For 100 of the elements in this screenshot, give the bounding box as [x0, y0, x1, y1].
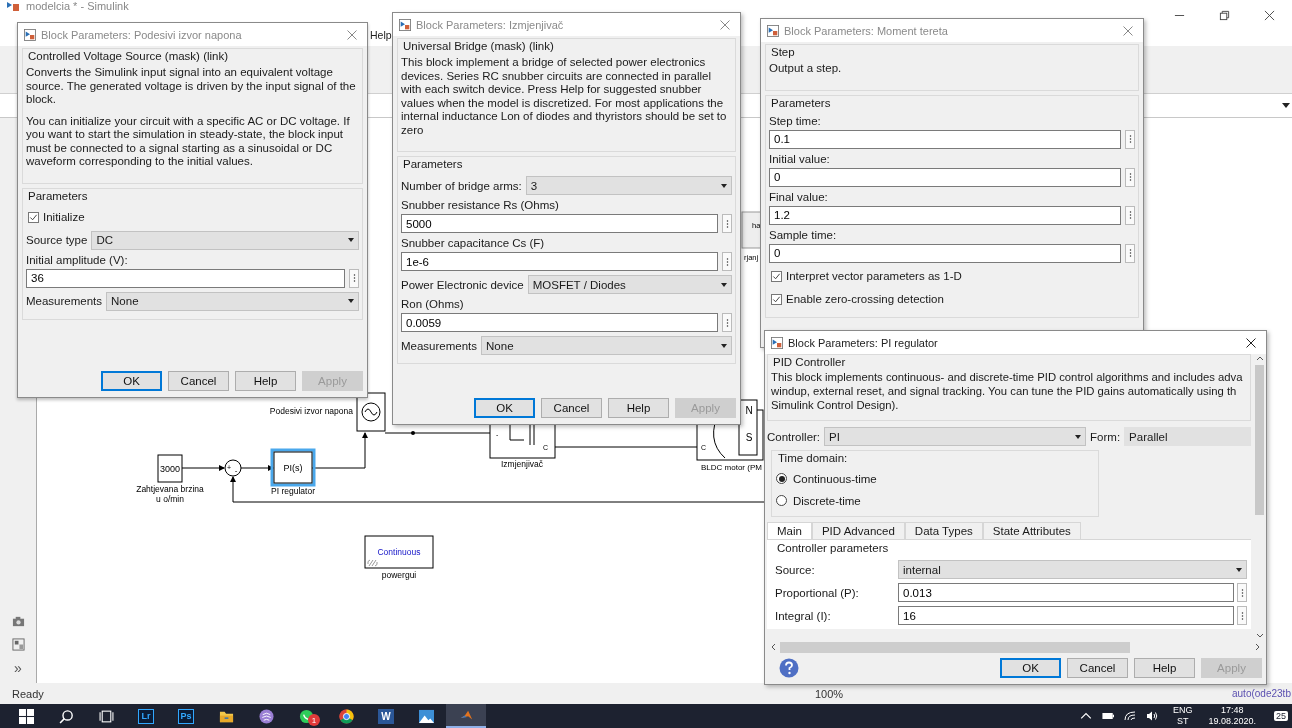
- zoom-level: 100%: [815, 687, 844, 700]
- input-field[interactable]: 0.013: [898, 583, 1234, 602]
- options-button[interactable]: [1237, 583, 1247, 602]
- input-field[interactable]: 36: [26, 268, 345, 288]
- link-icon: [367, 559, 378, 567]
- clock-time[interactable]: 17:48: [1220, 705, 1244, 716]
- voltage-source-block[interactable]: [356, 392, 386, 432]
- dropdown[interactable]: internal: [898, 560, 1247, 579]
- form-field[interactable]: Parallel: [1124, 427, 1251, 446]
- dialog-title: Block Parameters: Izmjenjivač: [416, 18, 564, 31]
- dropdown[interactable]: MOSFET / Diodes: [527, 275, 732, 294]
- options-button[interactable]: [722, 214, 732, 233]
- language-indicator[interactable]: ENG: [1172, 705, 1193, 716]
- keyboard-layout[interactable]: ST: [1176, 716, 1189, 727]
- expand-button[interactable]: »: [14, 661, 22, 675]
- camera-icon[interactable]: [11, 615, 25, 628]
- close-button[interactable]: [1246, 337, 1256, 348]
- notifications-button[interactable]: 25: [1274, 711, 1288, 721]
- vertical-scrollbar[interactable]: [1253, 354, 1266, 640]
- dialog-button[interactable]: Cancel: [541, 398, 602, 418]
- options-button[interactable]: [1125, 243, 1135, 263]
- sum-block[interactable]: [224, 459, 242, 477]
- help-icon[interactable]: [779, 658, 799, 678]
- options-button[interactable]: [722, 252, 732, 271]
- section-title: Controller parameters: [776, 541, 890, 556]
- vertical-dots-icon: [1240, 610, 1244, 621]
- input-field[interactable]: 1e-6: [401, 252, 718, 271]
- close-button[interactable]: [1264, 10, 1275, 21]
- dialog-button[interactable]: Help: [1134, 658, 1195, 678]
- options-button[interactable]: [1237, 606, 1247, 625]
- dropdown[interactable]: DC: [91, 230, 359, 250]
- dialog-button[interactable]: Cancel: [1067, 658, 1128, 678]
- constant-block[interactable]: [157, 454, 183, 483]
- chevron-right-icon[interactable]: [1255, 643, 1260, 651]
- dialog-button[interactable]: Cancel: [168, 371, 229, 391]
- vertical-dots-icon: [725, 256, 729, 267]
- block-label: Podesivi izvor napona: [269, 406, 353, 416]
- vertical-dots-icon: [352, 273, 356, 283]
- input-field[interactable]: 0: [769, 167, 1121, 187]
- checkbox[interactable]: [771, 293, 782, 305]
- block-label: powergui: [381, 570, 417, 580]
- block-icon: [767, 24, 779, 37]
- restore-button[interactable]: [1219, 10, 1230, 21]
- wifi-icon[interactable]: [1123, 711, 1136, 721]
- section-title: Parameters: [402, 157, 464, 172]
- dialog-button[interactable]: OK: [1000, 658, 1061, 678]
- chevron-left-icon[interactable]: [771, 643, 776, 651]
- chevron-up-icon[interactable]: [1255, 356, 1264, 361]
- options-button[interactable]: [1125, 129, 1135, 149]
- section-title: Parameters: [770, 95, 832, 111]
- radio-label: Continuous-time: [793, 472, 877, 485]
- dropdown[interactable]: None: [106, 291, 359, 311]
- options-button[interactable]: [1125, 167, 1135, 187]
- tab[interactable]: Main: [767, 522, 812, 539]
- powergui-block[interactable]: [364, 535, 434, 569]
- speaker-icon[interactable]: [1145, 711, 1158, 721]
- input-field[interactable]: 0.1: [769, 129, 1121, 149]
- radio-button[interactable]: [776, 495, 787, 506]
- dialog-button[interactable]: Help: [608, 398, 669, 418]
- input-field[interactable]: 16: [898, 606, 1234, 625]
- field-label: Ron (Ohms): [401, 298, 465, 310]
- image-icon[interactable]: [11, 638, 25, 651]
- input-field[interactable]: 1.2: [769, 205, 1121, 225]
- caret-icon[interactable]: [1282, 103, 1290, 108]
- input-field[interactable]: 5000: [401, 214, 718, 233]
- tab[interactable]: Data Types: [904, 522, 983, 539]
- picture-icon: [418, 708, 434, 724]
- app-button[interactable]: 1: [286, 704, 326, 728]
- input-field[interactable]: 0: [769, 243, 1121, 263]
- checkbox[interactable]: [771, 270, 782, 282]
- field-label: Integral (I):: [775, 609, 832, 622]
- clock-date[interactable]: 19.08.2020.: [1208, 716, 1256, 727]
- dialog-button[interactable]: OK: [474, 398, 535, 418]
- input-field[interactable]: 0.0059: [401, 313, 718, 332]
- battery-icon[interactable]: [1101, 711, 1114, 721]
- app-button[interactable]: [446, 704, 486, 728]
- app-button[interactable]: W: [366, 704, 406, 728]
- task-view-icon: [98, 708, 114, 724]
- checkbox[interactable]: [28, 211, 39, 223]
- radio-button[interactable]: [776, 473, 787, 484]
- section-title: Time domain:: [777, 451, 849, 466]
- tab[interactable]: State Attributes: [982, 522, 1081, 539]
- tab[interactable]: PID Advanced: [811, 522, 905, 539]
- menu-item[interactable]: Help: [370, 29, 392, 41]
- block-type-title: Universal Bridge (mask) (link): [402, 39, 555, 54]
- chevron-down-icon[interactable]: [1255, 633, 1264, 638]
- block-label: u o/min: [156, 494, 184, 504]
- dropdown[interactable]: PI: [824, 427, 1087, 446]
- app-button[interactable]: Ps: [166, 704, 206, 728]
- options-button[interactable]: [1125, 205, 1135, 225]
- chevron-up-icon[interactable]: [1079, 711, 1092, 721]
- options-button[interactable]: [349, 268, 359, 288]
- options-button[interactable]: [722, 313, 732, 332]
- field-label: Measurements: [401, 339, 478, 352]
- dropdown[interactable]: 3: [525, 176, 732, 195]
- field-label: Source type: [26, 234, 88, 246]
- app-button[interactable]: Lr: [126, 704, 166, 728]
- dialog-button[interactable]: Help: [235, 371, 296, 391]
- dropdown[interactable]: None: [481, 336, 732, 355]
- dialog-button[interactable]: OK: [101, 371, 162, 391]
